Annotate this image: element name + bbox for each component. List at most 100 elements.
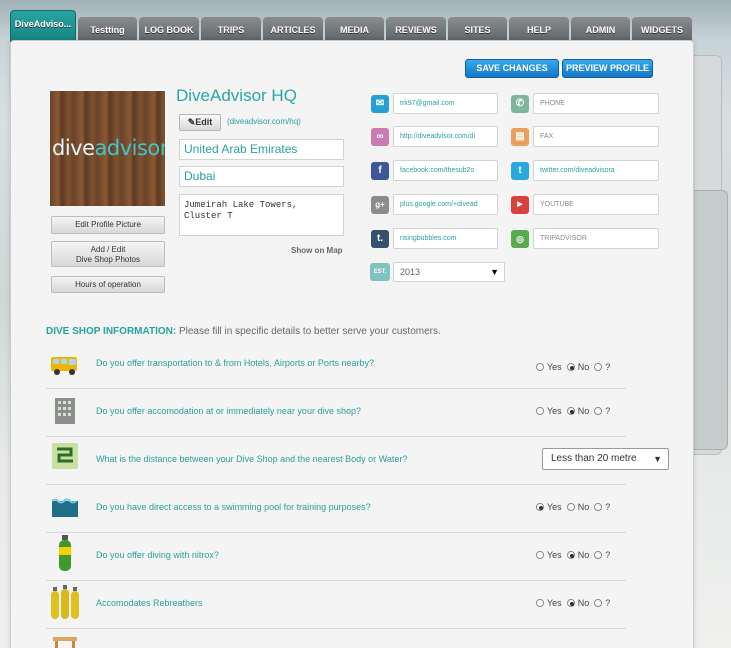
- pool-icon: [51, 498, 78, 517]
- tab-admin[interactable]: ADMIN: [571, 17, 630, 42]
- edit-name-button[interactable]: ✎Edit: [179, 114, 221, 131]
- question-text: Do you offer accomodation at or immediat…: [96, 406, 361, 416]
- phone-field[interactable]: PHONE: [533, 93, 659, 114]
- preview-profile-button[interactable]: PREVIEW PROFILE: [562, 59, 653, 78]
- question-text: Do you have direct access to a swimming …: [96, 502, 371, 512]
- edit-dive-shop-photos-button[interactable]: Add / Edit Dive Shop Photos: [51, 241, 165, 267]
- yes-radio[interactable]: [536, 363, 544, 371]
- tripadvisor-icon: ◎: [511, 230, 529, 248]
- section-subtitle: Please fill in specific details to bette…: [176, 326, 441, 337]
- established-year-value: 2013: [400, 267, 421, 277]
- unknown-radio[interactable]: [594, 363, 603, 371]
- no-radio[interactable]: [566, 503, 575, 511]
- save-changes-button[interactable]: SAVE CHANGES: [465, 59, 559, 78]
- fax-icon: ▤: [511, 128, 529, 146]
- unknown-radio[interactable]: [594, 551, 603, 559]
- question-row-accommodation: Do you offer accomodation at or immediat…: [46, 389, 626, 437]
- tab-sites[interactable]: SITES: [448, 17, 507, 42]
- website-field[interactable]: http://diveadvisor.com/di: [393, 126, 498, 147]
- top-tab-bar: DiveAdviso... Testting LOG BOOK TRIPS AR…: [0, 0, 731, 44]
- no-label: No: [577, 598, 590, 608]
- unknown-radio[interactable]: [594, 599, 603, 607]
- googleplus-field[interactable]: plus.google.com/+divead: [393, 194, 498, 215]
- nitrox-tank-icon: [59, 535, 71, 571]
- facebook-field[interactable]: facebook.com/thesub2o: [393, 160, 498, 181]
- question-text: Do you offer diving with nitrox?: [96, 550, 219, 560]
- twitter-icon: t: [511, 162, 529, 180]
- no-radio[interactable]: [566, 551, 575, 559]
- question-row-next: [46, 629, 626, 648]
- edit-profile-picture-button[interactable]: Edit Profile Picture: [51, 216, 165, 234]
- answer-radio-group: Yes No ?: [536, 502, 610, 512]
- question-row-transportation: Do you offer transportation to & from Ho…: [46, 341, 626, 389]
- no-radio[interactable]: [566, 363, 575, 371]
- side-drawer-tab-inner: [692, 190, 728, 450]
- city-field[interactable]: Dubai: [179, 166, 344, 187]
- answer-radio-group: Yes No ?: [536, 598, 610, 608]
- tab-trips[interactable]: TRIPS: [201, 17, 261, 42]
- tab-diveadvisor-hq[interactable]: DiveAdviso...: [10, 10, 76, 42]
- established-icon: EST.: [370, 263, 390, 281]
- unknown-label: ?: [605, 502, 611, 512]
- established-year-select[interactable]: 2013 ▼: [393, 262, 505, 282]
- no-radio[interactable]: [566, 407, 575, 415]
- edit-label: Edit: [195, 117, 213, 127]
- dropdown-arrow-icon: ▼: [490, 267, 499, 277]
- unknown-radio[interactable]: [594, 503, 603, 511]
- question-row-nitrox: Do you offer diving with nitrox? Yes No …: [46, 533, 626, 581]
- van-icon: [51, 357, 77, 375]
- table-icon: [53, 637, 77, 648]
- add-photos-label-1: Add / Edit: [90, 245, 126, 254]
- yes-label: Yes: [547, 362, 562, 372]
- no-radio[interactable]: [566, 599, 575, 607]
- no-label: No: [577, 550, 590, 560]
- tab-help[interactable]: HELP: [509, 17, 569, 42]
- section-title: DIVE SHOP INFORMATION:: [46, 326, 177, 337]
- yes-label: Yes: [547, 406, 562, 416]
- add-photos-label-2: Dive Shop Photos: [75, 255, 141, 264]
- yes-radio[interactable]: [536, 503, 544, 511]
- unknown-radio[interactable]: [594, 407, 603, 415]
- rebreather-tanks-icon: [51, 585, 79, 619]
- country-field[interactable]: United Arab Emirates: [179, 139, 344, 160]
- question-row-distance: What is the distance between your Dive S…: [46, 437, 669, 485]
- yes-radio[interactable]: [536, 599, 544, 607]
- shop-name: DiveAdvisor HQ: [176, 86, 297, 105]
- link-icon: ∞: [371, 128, 389, 146]
- email-icon: ✉: [371, 95, 389, 113]
- youtube-icon: ▶: [511, 196, 529, 214]
- tab-media[interactable]: MEDIA: [325, 17, 384, 42]
- no-label: No: [577, 406, 590, 416]
- youtube-field[interactable]: YOUTUBE: [533, 194, 659, 215]
- unknown-label: ?: [605, 362, 611, 372]
- tab-log-book[interactable]: LOG BOOK: [139, 17, 199, 42]
- answer-radio-group: Yes No ?: [536, 362, 610, 372]
- profile-picture: diveadvisor: [50, 91, 165, 206]
- email-field[interactable]: trk97@gmail.com: [393, 93, 498, 114]
- tab-widgets[interactable]: WIDGETS: [632, 17, 692, 42]
- twitter-field[interactable]: twitter.com/diveadvisora: [533, 160, 659, 181]
- tab-testting[interactable]: Testting: [78, 17, 137, 42]
- yes-radio[interactable]: [536, 551, 544, 559]
- tab-articles[interactable]: ARTICLES: [263, 17, 323, 42]
- map-icon: [52, 443, 78, 469]
- tripadvisor-field[interactable]: TRIPADVISOR: [533, 228, 659, 249]
- tumblr-field[interactable]: risingbubbles.com: [393, 228, 498, 249]
- address-field[interactable]: Jumeirah Lake Towers, Cluster T: [179, 194, 344, 236]
- question-text: Do you offer transportation to & from Ho…: [96, 358, 374, 368]
- no-label: No: [577, 362, 590, 372]
- distance-value: Less than 20 metre: [551, 453, 637, 464]
- logo: diveadvisor: [52, 136, 165, 160]
- question-row-pool: Do you have direct access to a swimming …: [46, 485, 626, 533]
- dropdown-arrow-icon: ▼: [653, 454, 662, 464]
- tab-reviews[interactable]: REVIEWS: [386, 17, 446, 42]
- googleplus-icon: g+: [371, 196, 389, 214]
- unknown-label: ?: [605, 598, 611, 608]
- yes-radio[interactable]: [536, 407, 544, 415]
- no-label: No: [577, 502, 590, 512]
- question-text: What is the distance between your Dive S…: [96, 454, 408, 464]
- fax-field[interactable]: FAX: [533, 126, 659, 147]
- distance-select[interactable]: Less than 20 metre ▼: [542, 448, 669, 470]
- show-on-map-link[interactable]: Show on Map: [291, 246, 343, 255]
- hours-of-operation-button[interactable]: Hours of operation: [51, 276, 165, 293]
